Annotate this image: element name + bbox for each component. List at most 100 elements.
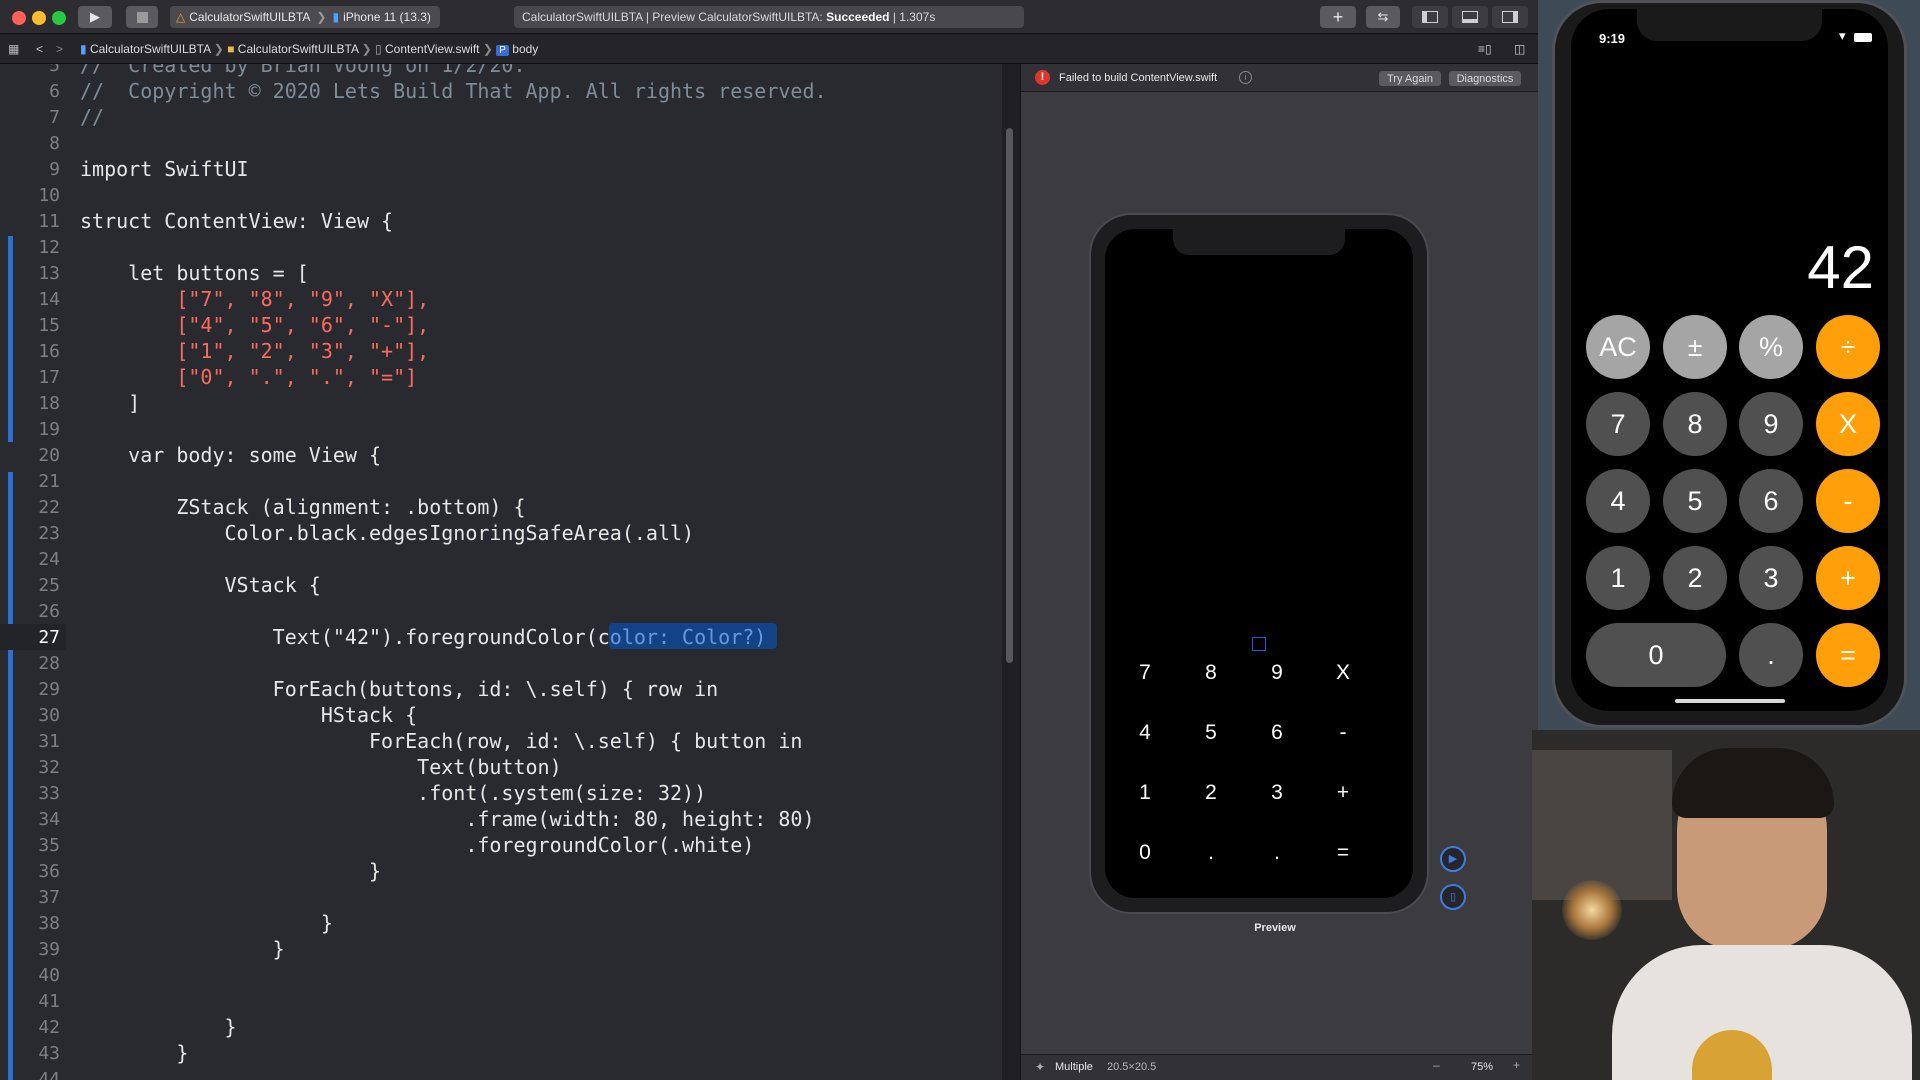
bottom-panel-icon <box>1462 11 1478 23</box>
grid-icon[interactable]: ▦ <box>8 42 19 56</box>
preview-device-frame: 7 8 9 X 4 5 6 - 1 2 3 + 0 . . = <box>1089 213 1429 914</box>
line-number: 25 <box>38 575 60 596</box>
line-number: 23 <box>38 523 60 544</box>
presenter-hair <box>1672 748 1834 818</box>
code-line: ForEach(row, id: \.self) { button in <box>80 729 803 753</box>
stop-button[interactable] <box>126 6 158 28</box>
breadcrumb-symbol[interactable]: body <box>512 42 538 56</box>
line-number: 15 <box>38 315 60 336</box>
chevron-right-icon: ❯ <box>482 42 493 56</box>
digit-8-key[interactable]: 8 <box>1663 392 1727 456</box>
equals-key[interactable]: = <box>1816 623 1880 687</box>
add-editor-icon[interactable]: ◫ <box>1514 42 1525 56</box>
breadcrumb-folder[interactable]: CalculatorSwiftUILBTA <box>238 42 359 56</box>
digit-6-key[interactable]: 6 <box>1739 469 1803 533</box>
minimize-window-button[interactable] <box>32 11 46 25</box>
line-number: 30 <box>38 705 60 726</box>
code-line: let buttons = [ <box>80 261 309 285</box>
code-review-button[interactable]: ⇆ <box>1366 6 1400 28</box>
code-line: struct ContentView: View { <box>80 209 394 233</box>
line-number: 9 <box>49 159 60 180</box>
zoom-in-button[interactable]: + <box>1513 1058 1520 1072</box>
device-notch <box>1173 229 1345 255</box>
line-number: 19 <box>38 419 60 440</box>
editor-scrollbar[interactable] <box>1006 128 1013 663</box>
digit-9-key[interactable]: 9 <box>1739 392 1803 456</box>
project-icon: ▮ <box>80 42 87 56</box>
line-number: 35 <box>38 835 60 856</box>
percent-key[interactable]: % <box>1739 315 1803 379</box>
preview-key: 7 <box>1139 661 1151 684</box>
line-number: 41 <box>38 991 60 1012</box>
digit-7-key[interactable]: 7 <box>1586 392 1650 456</box>
run-button[interactable]: ▶ <box>78 6 112 28</box>
multiply-key[interactable]: X <box>1816 392 1880 456</box>
code-line: HStack { <box>80 703 418 727</box>
toggle-navigator-button[interactable] <box>1412 6 1448 28</box>
preview-key: 4 <box>1139 721 1151 744</box>
zoom-window-button[interactable] <box>52 11 66 25</box>
info-icon[interactable]: i <box>1239 71 1252 84</box>
zoom-out-button[interactable]: – <box>1433 1058 1440 1072</box>
code-line: ForEach(buttons, id: \.self) { row in <box>80 677 719 701</box>
plus-minus-key[interactable]: ± <box>1663 315 1727 379</box>
source-editor[interactable]: 5 // Created by Brian Voong on 1/2/20. 6… <box>0 64 1002 1080</box>
code-line: ["7", "8", "9", "X"], <box>80 287 430 311</box>
line-number: 18 <box>38 393 60 414</box>
line-number: 36 <box>38 861 60 882</box>
canvas-bottom-bar: ✦ Multiple 20.5×20.5 – 75% + <box>1021 1054 1539 1080</box>
code-line: } <box>80 937 285 961</box>
preview-key: . <box>1208 841 1214 864</box>
preview-key: 2 <box>1205 781 1217 804</box>
decimal-key[interactable]: . <box>1739 623 1803 687</box>
code-line: } <box>80 1015 237 1039</box>
placeholder-token[interactable] <box>609 623 777 649</box>
right-panel-icon <box>1502 11 1518 23</box>
toggle-debug-area-button[interactable] <box>1452 6 1488 28</box>
forward-arrow-icon[interactable]: > <box>56 42 63 56</box>
close-window-button[interactable] <box>12 11 26 25</box>
chevron-right-icon: ❯ <box>361 42 372 56</box>
editor-options-icon[interactable]: ≡▯ <box>1478 42 1492 56</box>
line-number: 16 <box>38 341 60 362</box>
line-number: 26 <box>38 601 60 622</box>
preview-screen[interactable]: 7 8 9 X 4 5 6 - 1 2 3 + 0 . . = <box>1105 229 1413 898</box>
ac-key[interactable]: AC <box>1586 315 1650 379</box>
pin-icon[interactable]: ✦ <box>1035 1060 1045 1074</box>
app-target-icon: △ <box>176 10 186 24</box>
breadcrumb-file[interactable]: ContentView.swift <box>385 42 480 56</box>
line-number: 32 <box>38 757 60 778</box>
toggle-inspector-button[interactable] <box>1492 6 1528 28</box>
code-line: import SwiftUI <box>80 157 249 181</box>
digit-2-key[interactable]: 2 <box>1663 546 1727 610</box>
scheme-selector[interactable]: △ CalculatorSwiftUILBTA ❯ ▮ iPhone 11 (1… <box>170 6 440 28</box>
line-number: 6 <box>49 81 60 102</box>
device-notch <box>1637 9 1822 41</box>
preview-key: 9 <box>1271 661 1283 684</box>
code-line: // Created by Brian Voong on 1/2/20. <box>80 64 526 77</box>
code-line: .frame(width: 80, height: 80) <box>80 807 815 831</box>
zoom-level[interactable]: 75% <box>1471 1061 1493 1073</box>
line-number: 43 <box>38 1043 60 1064</box>
digit-0-key[interactable]: 0 <box>1586 623 1726 687</box>
digit-5-key[interactable]: 5 <box>1663 469 1727 533</box>
webcam-overlay <box>1532 730 1920 1080</box>
divide-key[interactable]: ÷ <box>1816 315 1880 379</box>
code-line: ["0", ".", ".", "="] <box>80 365 418 389</box>
diagnostics-button[interactable]: Diagnostics <box>1449 71 1521 86</box>
line-number: 27 <box>38 627 60 648</box>
preview-on-device-button[interactable]: ▯ <box>1440 884 1466 910</box>
plus-key[interactable]: + <box>1816 546 1880 610</box>
simulator-screen[interactable]: 9:19 ▾ 42 AC ± % ÷ 7 8 9 X 4 5 6 - 1 2 3… <box>1571 9 1888 711</box>
back-arrow-icon[interactable]: < <box>36 42 43 56</box>
code-line: .foregroundColor(.white) <box>80 833 755 857</box>
digit-3-key[interactable]: 3 <box>1739 546 1803 610</box>
minus-key[interactable]: - <box>1816 469 1880 533</box>
digit-1-key[interactable]: 1 <box>1586 546 1650 610</box>
try-again-button[interactable]: Try Again <box>1379 71 1441 86</box>
breadcrumb-project[interactable]: CalculatorSwiftUILBTA <box>90 42 211 56</box>
line-number: 12 <box>38 237 60 258</box>
library-button[interactable]: + <box>1320 6 1356 28</box>
live-preview-button[interactable]: ▶ <box>1440 846 1466 872</box>
digit-4-key[interactable]: 4 <box>1586 469 1650 533</box>
